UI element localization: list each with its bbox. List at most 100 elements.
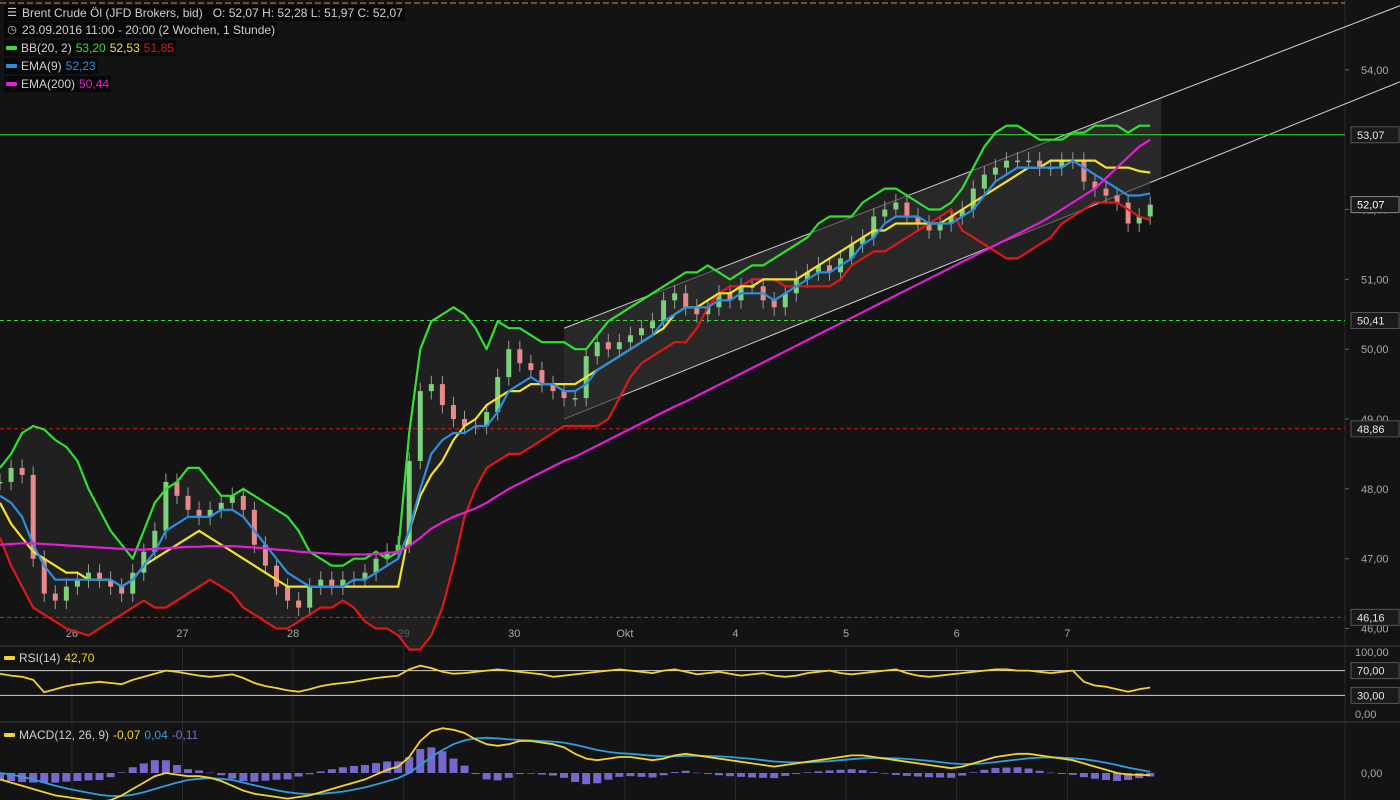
macd-label: MACD(12, 26, 9) <box>19 728 110 742</box>
candle-body <box>52 593 58 601</box>
macd-hist-bar <box>1013 767 1022 773</box>
ema200-label: EMA(200) <box>21 77 76 91</box>
candle-body <box>904 202 910 217</box>
clock-icon: ◷ <box>7 24 17 36</box>
macd-hist-bar <box>493 773 502 781</box>
macd-hist-bar <box>217 773 226 776</box>
macd-hist-bar <box>991 767 1000 773</box>
legend-bb[interactable]: BB(20, 2) 53,20 52,53 51,85 <box>4 40 176 56</box>
macd-hist-bar <box>659 773 668 776</box>
candle-body <box>185 495 191 510</box>
instrument-title: Brent Crude Öl (JFD Brokers, bid) <box>22 6 203 20</box>
macd-hist-bar <box>206 772 215 774</box>
macd-hist-bar <box>947 773 956 778</box>
candle-body <box>1003 160 1009 168</box>
legend-ema9[interactable]: EMA(9) 52,23 <box>4 58 98 74</box>
candle-body <box>8 467 14 482</box>
macd-hist-bar <box>913 773 922 777</box>
x-tick-label: 4 <box>732 628 738 640</box>
rsi-legend[interactable]: RSI(14) 42,70 <box>4 650 94 666</box>
ohlc-values: O: 52,07 H: 52,28 L: 51,97 C: 52,07 <box>212 6 403 20</box>
macd-hist-bar <box>969 772 978 773</box>
time-range: 23.09.2016 11:00 - 20:00 (2 Wochen, 1 St… <box>22 23 276 37</box>
rsi-swatch <box>4 656 15 660</box>
candle-body <box>450 405 456 420</box>
macd-legend[interactable]: MACD(12, 26, 9) -0,07 0,04 -0,11 <box>4 727 198 743</box>
macd-hist-bar <box>648 773 657 778</box>
macd-hist-bar <box>858 770 867 773</box>
level-label: 50,41 <box>1357 316 1385 328</box>
macd-hist-bar <box>195 770 204 773</box>
ema9-swatch <box>6 64 17 68</box>
macd-hist-bar <box>703 773 712 774</box>
macd-hist-bar <box>537 773 546 775</box>
macd-hist-bar <box>526 773 535 774</box>
macd-hist-bar <box>670 772 679 773</box>
macd-hist-bar <box>593 773 602 784</box>
macd-hist-bar <box>891 773 900 775</box>
x-tick-label: Okt <box>616 628 633 640</box>
x-tick-label: 28 <box>287 628 299 640</box>
candle-body <box>19 467 25 475</box>
x-tick-label: 5 <box>843 628 849 640</box>
macd-hist-bar <box>250 773 259 782</box>
macd-hist-bar <box>626 773 635 777</box>
bb-upper-value: 53,20 <box>75 41 106 55</box>
candle-body <box>1103 188 1109 196</box>
level-label: 53,07 <box>1357 130 1385 142</box>
macd-hist-bar <box>228 773 237 779</box>
candle-body <box>1125 202 1131 224</box>
macd-hist-bar <box>471 773 480 774</box>
macd-hist-bar <box>1090 773 1099 779</box>
macd-hist-bar <box>1102 773 1110 781</box>
macd-hist-bar <box>294 773 303 777</box>
candle-body <box>661 300 667 322</box>
candle-body <box>672 293 678 301</box>
macd-hist-bar <box>95 773 104 781</box>
macd-hist-bar <box>615 773 624 777</box>
candle-body <box>1026 160 1032 163</box>
macd-hist-bar <box>880 773 889 774</box>
bb-label: BB(20, 2) <box>21 41 72 55</box>
macd-hist-bar <box>349 765 358 773</box>
rsi-tick-label: 100,00 <box>1355 647 1389 659</box>
macd-hist-bar <box>515 773 524 774</box>
macd-hist-bar <box>582 773 591 785</box>
macd-hist-bar <box>172 765 181 773</box>
candle-body <box>528 363 534 371</box>
candle-body <box>506 349 512 378</box>
candle-body <box>981 174 987 189</box>
level-label: 48,86 <box>1357 424 1385 436</box>
macd-hist-bar <box>360 765 369 773</box>
macd-hist-bar <box>925 773 934 778</box>
macd-hist-bar <box>416 749 425 773</box>
ema200-swatch <box>6 82 17 86</box>
macd-hist-bar <box>117 772 126 773</box>
chart-canvas[interactable]: 46,0047,0048,0049,0050,0051,0052,0054,00… <box>0 0 1400 800</box>
macd-hist-bar <box>1024 768 1033 773</box>
macd-hist-bar <box>261 773 270 781</box>
ema200-value: 50,44 <box>79 77 110 91</box>
macd-hist-bar <box>184 769 193 773</box>
macd-hist-bar <box>836 769 845 773</box>
legend-ema200[interactable]: EMA(200) 50,44 <box>4 76 112 92</box>
macd-value: -0,07 <box>113 728 141 742</box>
macd-hist-bar <box>549 773 557 776</box>
candle-body <box>1015 160 1021 163</box>
candle-body <box>882 209 888 217</box>
candle-body <box>439 384 445 406</box>
macd-hist-bar <box>748 773 757 778</box>
candle-body <box>893 202 899 210</box>
last-price-label: 52,07 <box>1357 200 1385 212</box>
macd-hist-bar <box>128 767 137 773</box>
macd-hist-bar <box>1068 773 1077 775</box>
level-label: 46,16 <box>1357 612 1385 624</box>
macd-hist-bar <box>449 758 458 773</box>
macd-hist-bar <box>427 747 436 773</box>
macd-hist-bar <box>338 767 347 773</box>
macd-hist-bar <box>316 771 325 773</box>
candle-body <box>285 586 291 601</box>
macd-hist-bar <box>803 772 812 773</box>
macd-hist-bar <box>725 773 734 777</box>
y-tick-label: 48,00 <box>1361 484 1389 496</box>
